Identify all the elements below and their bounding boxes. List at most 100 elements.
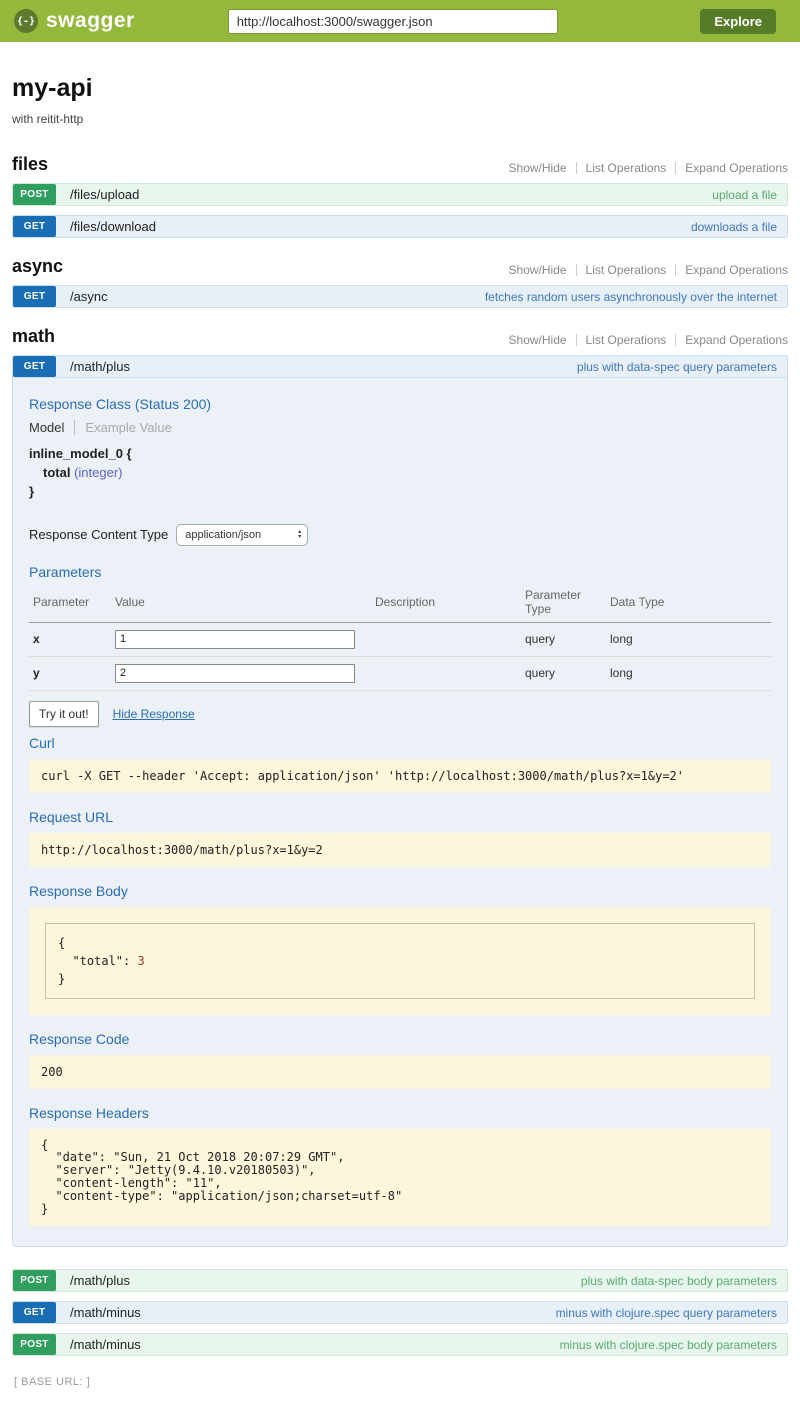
- section-title-math[interactable]: math: [12, 326, 55, 347]
- method-badge: POST: [13, 1270, 56, 1291]
- list-operations-link[interactable]: List Operations: [586, 333, 667, 347]
- tab-model[interactable]: Model: [29, 420, 74, 435]
- col-header-value: Value: [111, 584, 371, 623]
- response-body-heading: Response Body: [29, 883, 771, 899]
- select-spinner-icon: ▴▾: [298, 530, 301, 540]
- response-headers-heading: Response Headers: [29, 1105, 771, 1121]
- divider: [675, 264, 676, 276]
- method-badge: GET: [13, 216, 56, 237]
- endpoint-summary[interactable]: plus with data-spec body parameters: [581, 1274, 777, 1288]
- list-operations-link[interactable]: List Operations: [586, 263, 667, 277]
- section-async: async Show/Hide List Operations Expand O…: [12, 256, 788, 308]
- endpoint-row-post-math-plus[interactable]: POST /math/plus plus with data-spec body…: [12, 1269, 788, 1292]
- response-class-heading: Response Class (Status 200): [29, 396, 771, 412]
- param-row-y: y query long: [29, 656, 771, 690]
- section-math: math Show/Hide List Operations Expand Op…: [12, 326, 788, 1356]
- parameters-heading: Parameters: [29, 564, 771, 580]
- endpoint-row-get-files-download[interactable]: GET /files/download downloads a file: [12, 215, 788, 238]
- expand-operations-link[interactable]: Expand Operations: [685, 263, 788, 277]
- endpoint-path[interactable]: /math/plus: [70, 359, 130, 374]
- list-operations-link[interactable]: List Operations: [586, 161, 667, 175]
- param-row-x: x query long: [29, 622, 771, 656]
- parameters-table: Parameter Value Description Parameter Ty…: [29, 584, 771, 691]
- top-header-bar: {-} swagger Explore: [0, 0, 800, 42]
- endpoint-path[interactable]: /math/minus: [70, 1337, 141, 1352]
- model-property-type: (integer): [74, 465, 122, 480]
- param-description: [371, 622, 521, 656]
- endpoint-row-get-async[interactable]: GET /async fetches random users asynchro…: [12, 285, 788, 308]
- response-content-type-label: Response Content Type: [29, 527, 168, 542]
- endpoint-path[interactable]: /math/minus: [70, 1305, 141, 1320]
- explore-button[interactable]: Explore: [700, 9, 776, 34]
- endpoint-path[interactable]: /async: [70, 289, 108, 304]
- show-hide-link[interactable]: Show/Hide: [509, 333, 567, 347]
- param-type: query: [521, 656, 606, 690]
- request-url-value: http://localhost:3000/math/plus?x=1&y=2: [29, 833, 771, 867]
- endpoint-row-get-math-minus[interactable]: GET /math/minus minus with clojure.spec …: [12, 1301, 788, 1324]
- swagger-braces-icon: {-}: [14, 9, 38, 33]
- param-data-type: long: [606, 656, 771, 690]
- method-badge: GET: [13, 1302, 56, 1323]
- request-url-heading: Request URL: [29, 809, 771, 825]
- endpoint-summary[interactable]: plus with data-spec query parameters: [577, 360, 777, 374]
- expand-operations-link[interactable]: Expand Operations: [685, 333, 788, 347]
- col-header-description: Description: [371, 584, 521, 623]
- show-hide-link[interactable]: Show/Hide: [509, 263, 567, 277]
- endpoint-row-post-math-minus[interactable]: POST /math/minus minus with clojure.spec…: [12, 1333, 788, 1356]
- param-type: query: [521, 622, 606, 656]
- col-header-parameter: Parameter: [29, 584, 111, 623]
- section-title-files[interactable]: files: [12, 154, 48, 175]
- param-name: y: [29, 656, 111, 690]
- tab-example-value[interactable]: Example Value: [75, 420, 171, 435]
- response-body-json: { "total": 3}: [45, 923, 755, 999]
- response-body-box: { "total": 3}: [29, 907, 771, 1015]
- hide-response-link[interactable]: Hide Response: [113, 707, 195, 721]
- brand-title: swagger: [46, 9, 135, 33]
- swagger-logo[interactable]: {-} swagger: [14, 9, 135, 33]
- param-name: x: [29, 622, 111, 656]
- divider: [576, 162, 577, 174]
- divider: [576, 264, 577, 276]
- section-files: files Show/Hide List Operations Expand O…: [12, 154, 788, 238]
- endpoint-path[interactable]: /math/plus: [70, 1273, 130, 1288]
- operation-detail-panel: Response Class (Status 200) Model Exampl…: [12, 378, 788, 1247]
- api-description: with reitit-http: [12, 112, 788, 126]
- endpoint-path[interactable]: /files/download: [70, 219, 156, 234]
- response-code-heading: Response Code: [29, 1031, 771, 1047]
- response-headers-json: { "date": "Sun, 21 Oct 2018 20:07:29 GMT…: [29, 1129, 771, 1227]
- param-description: [371, 656, 521, 690]
- section-title-async[interactable]: async: [12, 256, 63, 277]
- json-number-value: 3: [137, 954, 144, 968]
- method-badge: POST: [13, 184, 56, 205]
- divider: [576, 334, 577, 346]
- endpoint-summary[interactable]: upload a file: [712, 188, 777, 202]
- response-content-type-select[interactable]: application/json ▴▾: [176, 524, 308, 546]
- endpoint-summary[interactable]: fetches random users asynchronously over…: [485, 290, 777, 304]
- endpoint-row-get-math-plus[interactable]: GET /math/plus plus with data-spec query…: [12, 355, 788, 378]
- curl-heading: Curl: [29, 735, 771, 751]
- col-header-data-type: Data Type: [606, 584, 771, 623]
- divider: [675, 334, 676, 346]
- show-hide-link[interactable]: Show/Hide: [509, 161, 567, 175]
- model-signature: inline_model_0 { total (integer) }: [29, 445, 771, 502]
- endpoint-row-post-files-upload[interactable]: POST /files/upload upload a file: [12, 183, 788, 206]
- method-badge: POST: [13, 1334, 56, 1355]
- base-url-footer: [ BASE URL: ]: [14, 1376, 786, 1388]
- try-it-out-button[interactable]: Try it out!: [29, 701, 99, 727]
- divider: [675, 162, 676, 174]
- page-title: my-api: [12, 74, 788, 103]
- endpoint-path[interactable]: /files/upload: [70, 187, 139, 202]
- param-value-input-x[interactable]: [115, 630, 355, 649]
- endpoint-summary[interactable]: downloads a file: [691, 220, 777, 234]
- expand-operations-link[interactable]: Expand Operations: [685, 161, 788, 175]
- method-badge: GET: [13, 356, 56, 377]
- curl-command: curl -X GET --header 'Accept: applicatio…: [29, 759, 771, 793]
- response-code-value: 200: [29, 1055, 771, 1089]
- spec-url-input[interactable]: [228, 9, 558, 34]
- endpoint-summary[interactable]: minus with clojure.spec body parameters: [560, 1338, 777, 1352]
- param-data-type: long: [606, 622, 771, 656]
- col-header-parameter-type: Parameter Type: [521, 584, 606, 623]
- param-value-input-y[interactable]: [115, 664, 355, 683]
- method-badge: GET: [13, 286, 56, 307]
- endpoint-summary[interactable]: minus with clojure.spec query parameters: [556, 1306, 777, 1320]
